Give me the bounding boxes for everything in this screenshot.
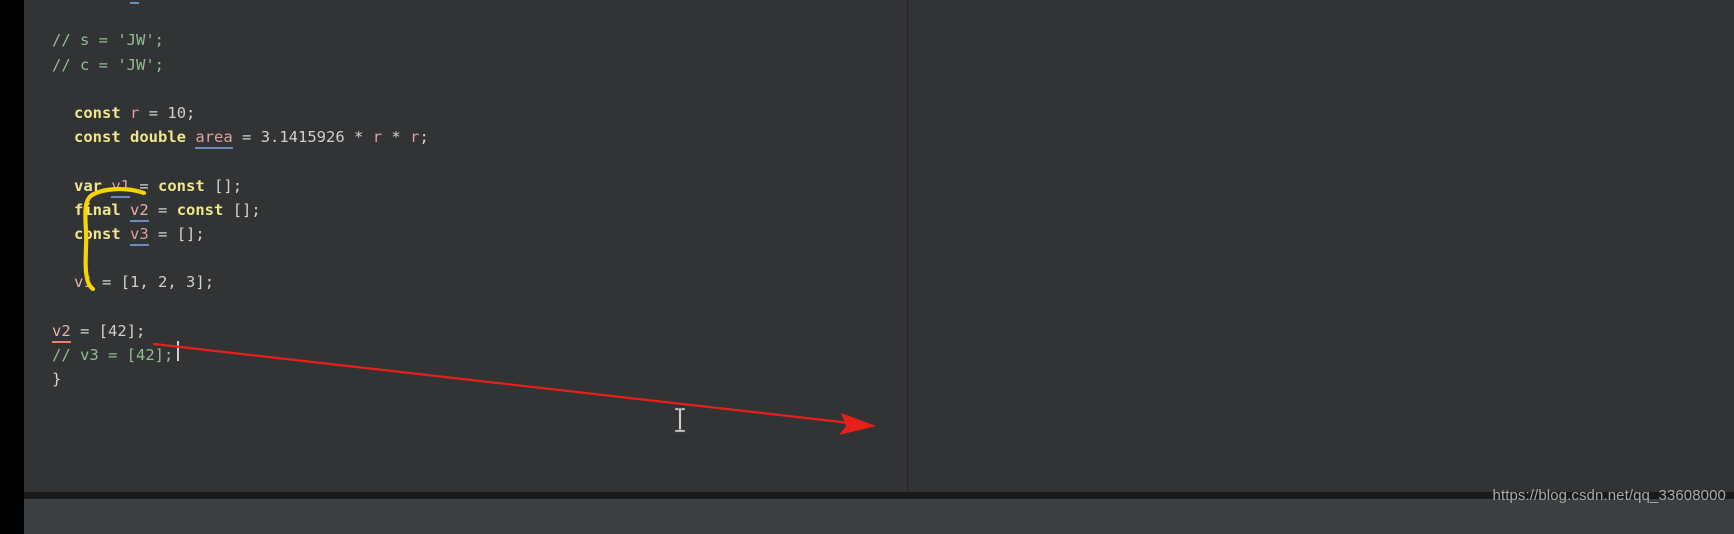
code-line[interactable]: const v3 = []; [24, 222, 429, 246]
code-token: 1 [130, 273, 140, 292]
code-line[interactable] [24, 77, 429, 101]
code-token: * [391, 128, 401, 147]
code-token: v1 [111, 176, 131, 198]
code-token: const [74, 103, 121, 122]
code-token: = [130, 176, 159, 195]
mouse-ibeam-cursor [674, 407, 686, 433]
code-token: const [74, 0, 121, 1]
code-line[interactable]: // c = 'JW'; [24, 53, 429, 77]
code-line[interactable]: final v2 = const []; [24, 198, 429, 222]
code-token: var [74, 176, 102, 195]
code-token: // s = 'JW'; [52, 31, 164, 50]
code-token: = [232, 128, 261, 147]
code-line[interactable]: v1 = [1, 2, 3]; [24, 270, 429, 294]
code-token: // c = 'JW'; [52, 55, 164, 74]
code-token: ; [419, 128, 429, 147]
code-token: []; [176, 224, 205, 243]
window-left-edge [0, 0, 24, 534]
documentation-panel: v List<dynamic> v1 local variable infoTh… [908, 0, 1734, 492]
code-token: r [372, 128, 383, 147]
status-bar[interactable] [24, 499, 1734, 534]
code-token: = [148, 200, 177, 219]
code-line[interactable] [24, 246, 429, 270]
code-token: v2 [130, 200, 149, 222]
code-token: v2 [52, 321, 71, 343]
code-token: 2 [158, 273, 168, 292]
code-line[interactable]: const r = 10; [24, 101, 429, 125]
code-token: = [148, 224, 177, 243]
code-line[interactable]: // s = 'JW'; [24, 28, 429, 52]
code-token: [ [98, 321, 109, 340]
code-token: final [74, 200, 121, 219]
source-code[interactable]: const c = 'Jagger Wang'; // s = 'JW'; // … [24, 0, 429, 391]
code-token: 42 [108, 321, 127, 340]
code-token: = [70, 321, 99, 340]
code-line[interactable]: // v3 = [42]; [24, 343, 429, 367]
text-caret [177, 341, 179, 361]
code-token: []; [214, 176, 243, 195]
code-token: , [167, 273, 187, 292]
code-line[interactable] [24, 294, 429, 318]
code-token: 10 [167, 103, 187, 122]
code-token: 3 [186, 273, 196, 292]
code-line[interactable] [24, 149, 429, 173]
code-line[interactable] [24, 4, 429, 28]
code-token: , [139, 273, 159, 292]
code-token: v1 [74, 273, 93, 292]
code-line[interactable]: } [24, 367, 429, 391]
code-token: 3.1415926 [260, 128, 345, 147]
code-token: = [92, 273, 121, 292]
code-token: * [354, 128, 364, 147]
code-token: [ [120, 273, 131, 292]
code-token: []; [232, 200, 261, 219]
code-token: const [176, 200, 224, 219]
code-token: // v3 = [42]; [52, 345, 174, 364]
code-line[interactable]: const double area = 3.1415926 * r * r; [24, 125, 429, 150]
code-token: 'Jagger Wang' [167, 0, 288, 1]
code-editor-pane[interactable]: const c = 'Jagger Wang'; // s = 'JW'; // … [24, 0, 908, 492]
code-token: double [130, 128, 187, 147]
code-token: v3 [130, 224, 149, 246]
code-token: = [149, 0, 158, 1]
code-token: const [74, 128, 121, 147]
code-token: const [74, 224, 121, 243]
code-line[interactable]: v2 = [42]; [24, 319, 429, 343]
watermark-url: https://blog.csdn.net/qq_33608000 [1492, 487, 1726, 504]
code-token: ]; [126, 321, 146, 340]
code-token: ]; [195, 273, 215, 292]
code-line[interactable]: var v1 = const []; [24, 174, 429, 198]
code-token: ; [289, 0, 298, 1]
code-token: r [130, 103, 140, 122]
code-token: area [195, 128, 233, 150]
editor-bottom-shadow [24, 492, 1734, 499]
code-token: = [139, 103, 168, 122]
code-token: const [158, 176, 205, 195]
code-token: c [130, 0, 140, 4]
code-token: } [52, 370, 62, 388]
code-token: ; [186, 103, 196, 122]
ide-screenshot: const c = 'Jagger Wang'; // s = 'JW'; // … [0, 0, 1734, 534]
